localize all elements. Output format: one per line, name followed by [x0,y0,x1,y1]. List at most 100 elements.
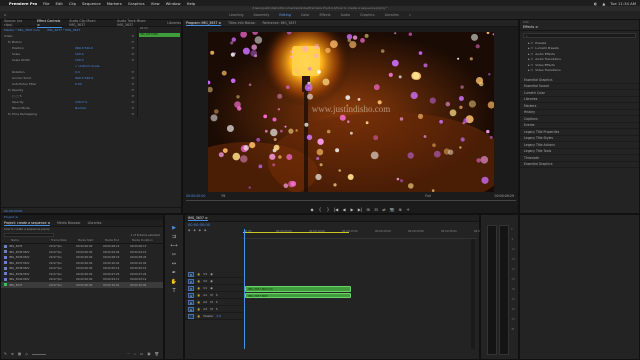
work-area-bar[interactable] [243,232,349,233]
transport-button[interactable]: ⊞ [366,207,371,212]
transport-button[interactable]: ⊕ [398,207,403,212]
hand-tool-icon[interactable]: ✋ [171,279,177,285]
effects-search-input[interactable] [527,33,628,38]
lock-track-icon[interactable]: 🔒 [197,287,200,290]
effect-value[interactable]: 960.0 540.0 [75,76,93,80]
table-row[interactable]: IMG_3639.MOV 29.97 fps 00:00:00:00 00:00:07… [1,271,163,277]
lock-track-icon[interactable]: 🔒 [197,308,200,311]
tab-sequence[interactable]: IMG_3637 ≡ [188,216,208,221]
mute-button[interactable]: M [210,293,213,297]
reset-icon[interactable]: ↺ [131,82,134,86]
master-level[interactable]: 0.0 [216,314,221,318]
reset-icon[interactable]: ↺ [131,94,134,98]
effect-value[interactable]: 100.0 [75,58,84,62]
col-media-duration[interactable]: Media Duration [132,238,162,242]
zoom-slider[interactable] [31,353,46,355]
video-frame[interactable]: www.justindisho.com [208,32,494,192]
menu-help[interactable]: Help [187,1,196,6]
panel-item[interactable]: Essential Graphics [520,162,639,168]
transport-button[interactable]: + [406,207,411,212]
workspace-learning[interactable]: Learning [229,13,243,17]
track-header[interactable]: A 🔒 A1 M S [185,292,243,299]
lock-track-icon[interactable]: 🔒 [197,273,200,276]
mini-clip[interactable]: IMG_3637.MOV [139,33,180,37]
reset-icon[interactable]: ↺ [131,88,134,92]
track-header[interactable]: A 🔒 A2 M S [185,299,243,306]
reset-icon[interactable]: ↺ [131,112,134,116]
wrench-icon[interactable]: ◆ [204,228,206,233]
workspace-libraries[interactable]: Libraries [385,13,399,17]
snap-icon[interactable]: ◆ [188,228,190,233]
time-ruler[interactable]: :00:0000:00:05:0000:00:10:0000:00:15:000… [243,229,490,239]
source-patch[interactable]: A [188,299,194,305]
workspace-overflow-icon[interactable]: » [409,13,411,17]
source-patch[interactable]: V [188,278,194,284]
effect-value[interactable]: 0.0 [75,70,80,74]
eye-icon[interactable]: ◉ [210,279,213,283]
lock-track-icon[interactable]: 🔒 [197,315,200,318]
home-icon[interactable]: ⌂ [4,13,6,17]
source-patch[interactable]: V [188,271,194,277]
transport-button[interactable]: 📷 [390,207,395,212]
col-media-end[interactable]: Media End [105,238,132,242]
track-header[interactable]: 🔒 Master 0.0 [185,313,243,320]
transport-button[interactable]: ▶| [358,207,363,212]
tab-project-libraries[interactable]: Libraries [88,221,102,225]
tab-titles[interactable]: Titles Info Motion [228,21,255,25]
linked-selection-icon[interactable]: ◆ [193,228,195,233]
ripple-edit-tool-icon[interactable]: ⟷ [170,243,177,249]
reset-icon[interactable]: ↺ [131,52,134,56]
eye-icon[interactable]: ◉ [210,286,213,290]
menu-edit[interactable]: Edit [55,1,62,6]
audio-clip[interactable]: IMG_3637.MOV [245,293,351,298]
source-patch[interactable]: A [188,306,194,312]
menu-view[interactable]: View [151,1,160,6]
clip-header[interactable]: Master * IMG_3637.mov [4,28,40,32]
source-patch[interactable] [188,313,194,319]
new-bin-icon[interactable]: ▭ [140,352,143,356]
effects-title[interactable]: Effects ≡ [520,25,639,31]
effects-folder[interactable]: ▸ ▭ Video Transitions [528,68,639,74]
transport-button[interactable]: ⊟ [374,207,379,212]
tab-reference[interactable]: Reference: IMG_3637 [262,21,296,25]
tab-libraries[interactable]: Libraries [167,21,181,25]
transport-button[interactable]: ◆ [310,207,315,212]
table-row[interactable]: IMG_3636.MOV 29.97 fps 00:00:00:00 00:00:08… [1,255,163,261]
table-row[interactable]: IMG_3635.MOV 29.97 fps 00:00:00:00 00:00:04… [1,249,163,255]
mute-button[interactable]: M [210,307,213,311]
reset-icon[interactable]: ↺ [131,70,134,74]
tab-project[interactable]: Project: create a sequence ≡ [4,221,51,226]
effect-value[interactable]: 960.0 540.0 [75,46,93,50]
video-clip[interactable]: IMG_3637.MOV [V] [245,286,351,292]
workspace-audio[interactable]: Audio [341,13,350,17]
menu-clip[interactable]: Clip [69,1,76,6]
type-tool-icon[interactable]: T [172,288,175,294]
effect-value[interactable]: ✓ Uniform Scale [75,64,99,68]
status-icon-2[interactable]: ▲ [602,1,605,6]
freeform-view-icon[interactable]: ◇ [25,352,28,356]
lock-icon[interactable]: ✎ [4,352,7,356]
table-row[interactable]: IMG_3637.MOV 29.97 fps 00:00:00:00 00:00:10… [1,260,163,266]
menu-file[interactable]: File [43,1,49,6]
eye-icon[interactable]: ◉ [210,272,213,276]
track-header[interactable]: V 🔒 V1 ◉ [185,285,243,292]
source-patch[interactable]: A [188,292,194,298]
tab-audio-track-mixer[interactable]: Audio Track Mixer: IMG_3637 [117,19,160,27]
trash-icon[interactable]: 🗑 [155,352,159,356]
workspace-editing[interactable]: Editing [279,13,290,17]
menu-graphics[interactable]: Graphics [128,1,145,6]
track-select-tool-icon[interactable]: ⇉ [172,234,176,240]
tab-media-browser[interactable]: Media Browser [57,221,81,225]
slip-tool-icon[interactable]: ↔ [172,261,176,267]
col-name[interactable]: Name [1,238,51,242]
workspace-color[interactable]: Color [301,13,310,17]
transport-button[interactable]: ⇄ [382,207,387,212]
source-patch[interactable]: V [188,285,194,291]
tab-audio-clip-mixer[interactable]: Audio Clip Mixer: IMG_3637 [69,19,110,27]
workspace-graphics[interactable]: Graphics [360,13,375,17]
lock-track-icon[interactable]: 🔒 [197,301,200,304]
effect-value[interactable]: 100.0 % [75,100,87,104]
workspace-effects[interactable]: Effects [319,13,330,17]
effect-value[interactable]: 100.0 [75,52,84,56]
transport-button[interactable]: { [318,207,323,212]
